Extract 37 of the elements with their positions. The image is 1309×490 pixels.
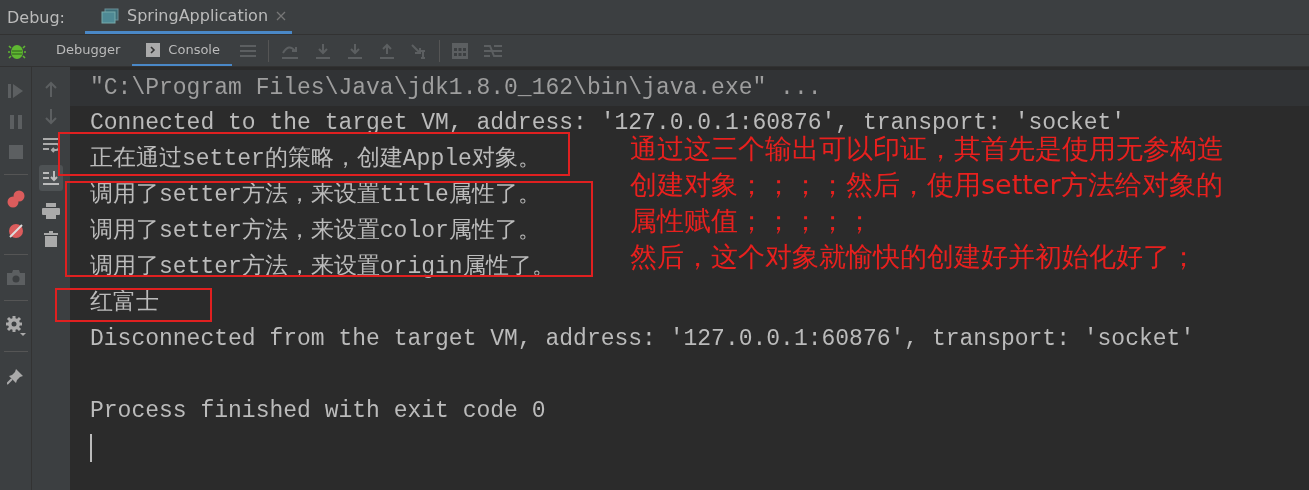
download-icon[interactable] [346, 42, 363, 59]
camera-icon[interactable] [6, 270, 25, 285]
step-into-icon[interactable] [314, 42, 331, 59]
panel-label: Debug: [6, 7, 66, 27]
console-line: 正在通过setter的策略，创建Apple对象。 [90, 148, 541, 172]
trash-icon[interactable] [44, 231, 58, 247]
print-icon[interactable] [42, 203, 60, 219]
soft-wrap-icon[interactable] [43, 137, 59, 153]
breakpoints-icon[interactable] [5, 190, 26, 208]
pause-icon[interactable] [8, 114, 23, 130]
step-out-icon[interactable] [378, 42, 395, 59]
stop-icon[interactable] [8, 145, 23, 159]
console-line: 调用了setter方法，来设置title属性了。 [90, 184, 541, 208]
annotation-text: 然后，这个对象就愉快的创建好并初始化好了； [630, 243, 1198, 270]
close-icon[interactable] [276, 10, 287, 21]
pin-icon[interactable] [6, 367, 25, 385]
up-arrow-icon[interactable] [44, 81, 58, 97]
annotation-text: 属性赋值；；；；； [630, 207, 874, 234]
console-line: Disconnected from the target VM, address: '127.0.0.1:60876', transport: 'socket' [90, 328, 1195, 352]
console-icon [146, 42, 161, 57]
run-to-cursor-icon[interactable] [410, 42, 427, 59]
window-icon [101, 7, 119, 24]
panel-tab[interactable]: Debugger [42, 35, 133, 66]
calculator-icon[interactable] [451, 42, 468, 59]
menu-icon[interactable] [239, 43, 256, 58]
settings-icon[interactable] [5, 316, 26, 336]
resume-icon[interactable] [7, 83, 24, 99]
text-cursor [90, 433, 92, 462]
console-line: 红富士 [90, 292, 159, 316]
down-arrow-icon[interactable] [44, 109, 58, 125]
console-line: Process finished with exit code 0 [90, 400, 546, 424]
mute-breakpoints-icon[interactable] [7, 223, 24, 239]
annotation-text: 创建对象；；；；然后，使用setter方法给对象的 [630, 171, 1224, 198]
panel-tab[interactable]: Console [132, 35, 232, 66]
annotation-text: 通过这三个输出可以印证，其首先是使用无参构造 [630, 135, 1224, 162]
scroll-to-end-icon[interactable] [43, 170, 59, 186]
console-line: Connected to the target VM, address: '127.0.0.1:60876', transport: 'socket' [90, 112, 1126, 136]
